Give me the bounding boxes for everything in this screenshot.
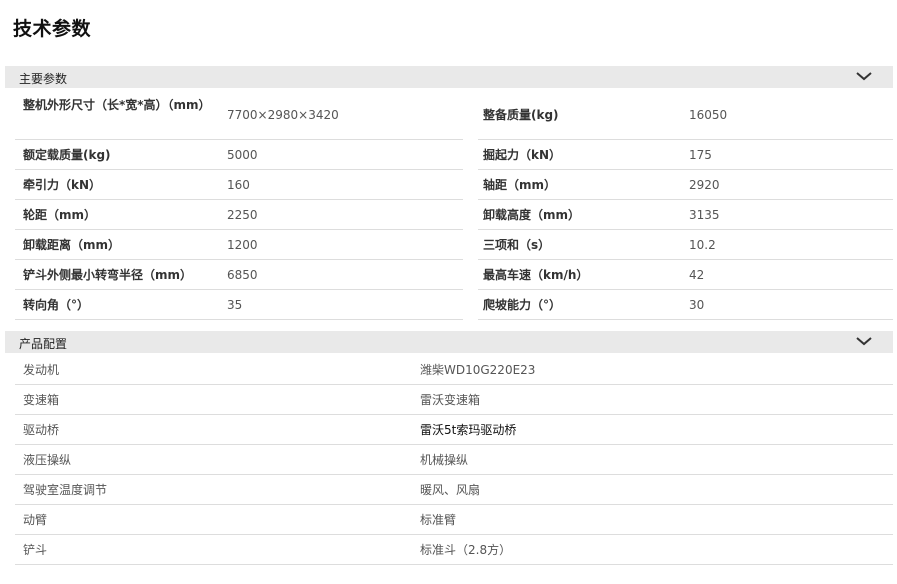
param-value: 1200 (227, 238, 258, 252)
table-row: 驱动桥 雷沃5t索玛驱动桥 (15, 415, 893, 445)
chevron-down-icon[interactable] (855, 70, 873, 82)
config-value: 机械操纵 (420, 453, 469, 467)
param-cell: 轮距（mm） 2250 (15, 200, 463, 230)
param-value: 6850 (227, 268, 258, 282)
param-cell: 铲斗外侧最小转弯半径（mm） 6850 (15, 260, 463, 290)
table-row: 牵引力（kN） 160 轴距（mm） 2920 (15, 170, 893, 200)
param-key: 最高车速（km/h） (483, 268, 589, 282)
param-value: 16050 (689, 108, 728, 122)
table-row: 额定载质量(kg) 5000 掘起力（kN） 175 (15, 140, 893, 170)
param-cell: 卸载高度（mm） 3135 (478, 200, 893, 230)
config-key: 驾驶室温度调节 (23, 483, 108, 497)
table-row: 轮距（mm） 2250 卸载高度（mm） 3135 (15, 200, 893, 230)
param-cell: 三项和（s） 10.2 (478, 230, 893, 260)
table-row: 卸载距离（mm） 1200 三项和（s） 10.2 (15, 230, 893, 260)
table-row: 铲斗外侧最小转弯半径（mm） 6850 最高车速（km/h） 42 (15, 260, 893, 290)
main-params-table: 整机外形尺寸（长*宽*高）（mm） 7700×2980×3420 整备质量(kg… (15, 90, 893, 320)
param-value: 2250 (227, 208, 258, 222)
param-value: 35 (227, 298, 243, 312)
table-row: 变速箱 雷沃变速箱 (15, 385, 893, 415)
param-cell: 爬坡能力（°） 30 (478, 290, 893, 320)
config-value: 标准臂 (420, 513, 457, 527)
config-value: 暖风、风扇 (420, 483, 481, 497)
config-value: 雷沃变速箱 (420, 393, 481, 407)
param-value: 3135 (689, 208, 720, 222)
param-value: 10.2 (689, 238, 716, 252)
config-key: 变速箱 (23, 393, 60, 407)
param-key: 额定载质量(kg) (23, 148, 111, 162)
table-row: 转向角（°） 35 爬坡能力（°） 30 (15, 290, 893, 320)
param-key: 整机外形尺寸（长*宽*高）（mm） (23, 98, 211, 112)
config-value: 标准斗（2.8方） (420, 543, 512, 557)
param-cell: 整机外形尺寸（长*宽*高）（mm） 7700×2980×3420 (15, 90, 463, 140)
table-row: 发动机 潍柴WD10G220E23 (15, 355, 893, 385)
table-row: 铲斗 标准斗（2.8方） (15, 535, 893, 565)
param-value: 30 (689, 298, 705, 312)
param-value: 160 (227, 178, 250, 192)
table-row: 液压操纵 机械操纵 (15, 445, 893, 475)
table-row: 动臂 标准臂 (15, 505, 893, 535)
config-key: 铲斗 (23, 543, 48, 557)
param-key: 卸载距离（mm） (23, 238, 121, 252)
config-key: 发动机 (23, 363, 60, 377)
param-key: 整备质量(kg) (483, 108, 559, 122)
param-value: 2920 (689, 178, 720, 192)
param-cell: 最高车速（km/h） 42 (478, 260, 893, 290)
param-key: 掘起力（kN） (483, 148, 562, 162)
param-value: 5000 (227, 148, 258, 162)
param-cell: 轴距（mm） 2920 (478, 170, 893, 200)
param-key: 轮距（mm） (23, 208, 97, 222)
param-cell: 掘起力（kN） 175 (478, 140, 893, 170)
section-header-main-params[interactable]: 主要参数 (5, 66, 893, 88)
page-title: 技术参数 (13, 18, 92, 40)
param-key: 爬坡能力（°） (483, 298, 562, 312)
param-cell: 牵引力（kN） 160 (15, 170, 463, 200)
config-key: 液压操纵 (23, 453, 72, 467)
param-cell: 转向角（°） 35 (15, 290, 463, 320)
param-cell: 整备质量(kg) 16050 (478, 90, 893, 140)
chevron-down-icon[interactable] (855, 335, 873, 347)
table-row: 驾驶室温度调节 暖风、风扇 (15, 475, 893, 505)
config-value: 潍柴WD10G220E23 (420, 363, 536, 377)
param-key: 卸载高度（mm） (483, 208, 581, 222)
section-title: 产品配置 (19, 337, 68, 351)
param-key: 轴距（mm） (483, 178, 557, 192)
param-value: 7700×2980×3420 (227, 108, 339, 122)
param-value: 175 (689, 148, 712, 162)
section-title: 主要参数 (19, 72, 68, 86)
section-header-product-config[interactable]: 产品配置 (5, 331, 893, 353)
param-key: 铲斗外侧最小转弯半径（mm） (23, 268, 193, 282)
param-key: 三项和（s） (483, 238, 551, 252)
table-row: 整机外形尺寸（长*宽*高）（mm） 7700×2980×3420 整备质量(kg… (15, 90, 893, 140)
param-key: 牵引力（kN） (23, 178, 102, 192)
param-cell: 额定载质量(kg) 5000 (15, 140, 463, 170)
config-key: 驱动桥 (23, 423, 60, 437)
param-cell: 卸载距离（mm） 1200 (15, 230, 463, 260)
config-key: 动臂 (23, 513, 48, 527)
param-key: 转向角（°） (23, 298, 90, 312)
param-value: 42 (689, 268, 705, 282)
config-value: 雷沃5t索玛驱动桥 (420, 423, 517, 437)
product-config-table: 发动机 潍柴WD10G220E23 变速箱 雷沃变速箱 驱动桥 雷沃5t索玛驱动… (15, 355, 893, 565)
